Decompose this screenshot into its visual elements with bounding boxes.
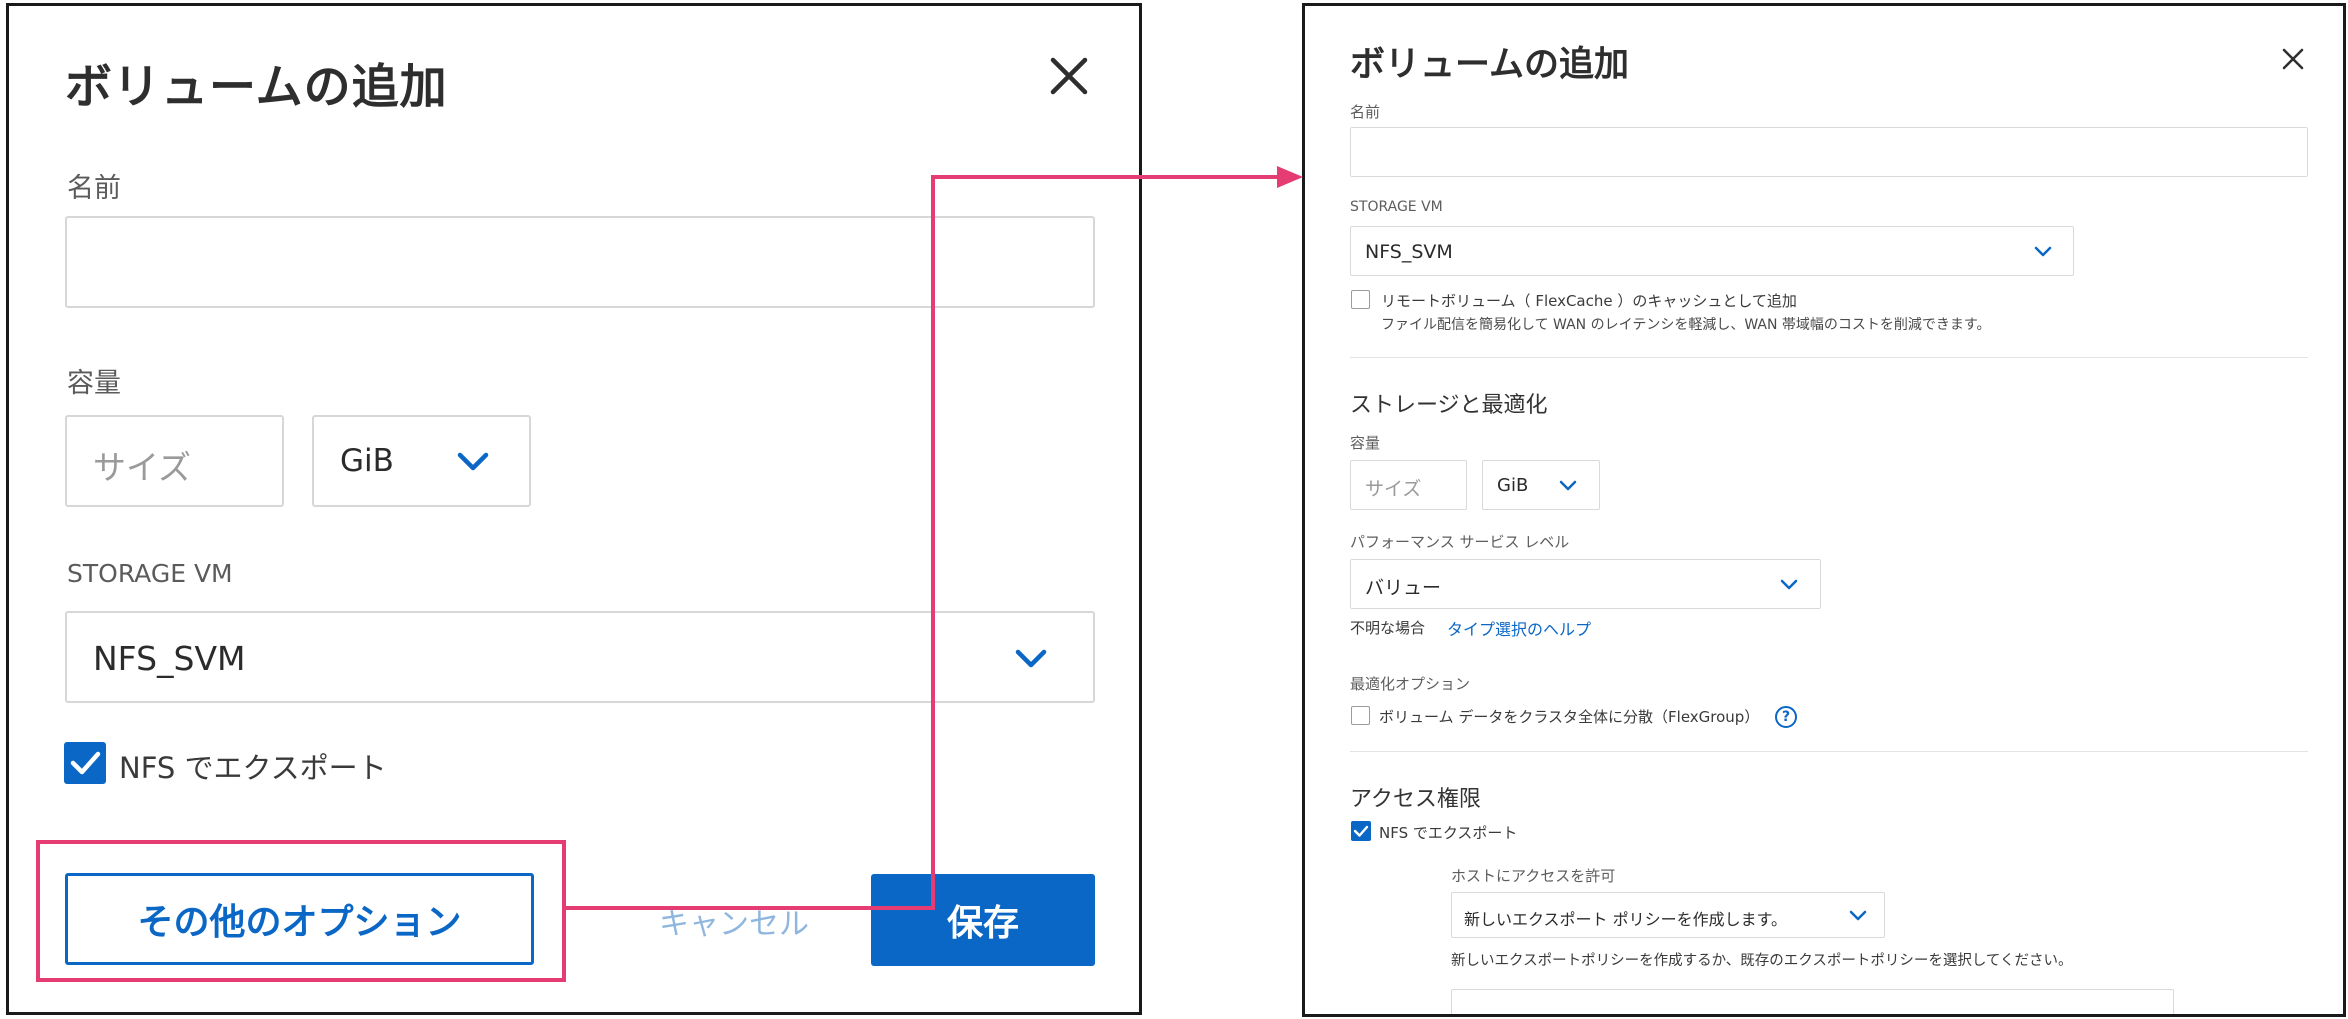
connector-arrow [566,166,1303,910]
